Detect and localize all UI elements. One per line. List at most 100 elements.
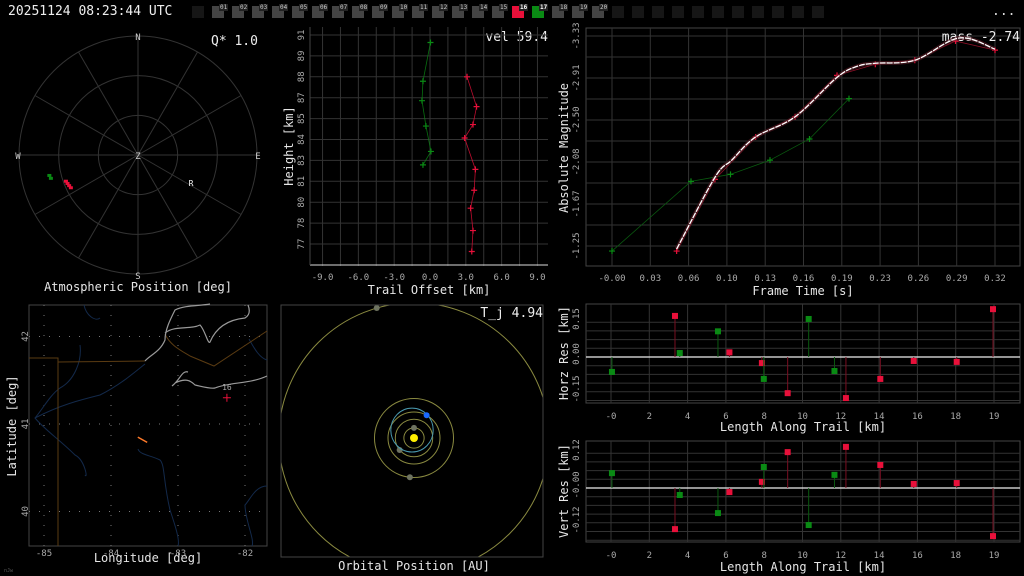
fit-shadow	[674, 35, 996, 250]
residual-xtick: 8	[761, 412, 766, 422]
mercury-marker	[411, 424, 417, 431]
residual-xtick: -0	[606, 412, 617, 422]
map-ytick: 42	[21, 331, 31, 342]
azimuth-spoke	[34, 154, 139, 215]
magnitude-fit-curve	[676, 37, 996, 250]
magnitude-xtick: 0.13	[754, 274, 776, 284]
trail-xtick: 0.0	[422, 273, 438, 283]
vres-xlabel: Length Along Trail [km]	[720, 560, 886, 574]
residual-xtick: 10	[797, 412, 808, 422]
residual-xtick: 16	[912, 412, 923, 422]
compass-zenith: Z	[135, 152, 141, 162]
residual-point-station-16	[953, 358, 960, 365]
residual-xtick: 4	[685, 551, 690, 561]
trail-ytick: 88	[297, 71, 307, 82]
magnitude-xtick: 0.16	[793, 274, 815, 284]
azimuth-spoke	[34, 95, 139, 156]
magnitude-ytick: -1.25	[572, 232, 582, 259]
trail-point-station-16	[461, 135, 468, 142]
jupiter-marker	[373, 305, 380, 312]
magnitude-ylabel: Absolute Magnitude	[557, 83, 571, 213]
trail-point-station-16	[464, 73, 471, 80]
trail-ytick: 91	[297, 30, 307, 41]
residual-grid	[585, 303, 1021, 404]
trail-point-station-17	[427, 39, 434, 46]
plot-frame	[28, 304, 268, 547]
magnitude-ytick: -2.91	[572, 64, 582, 91]
mars-marker	[406, 474, 413, 481]
trail-xtick: -3.0	[383, 273, 405, 283]
magnitude-ytick: -3.33	[572, 22, 582, 49]
trail-ylabel: Height [km]	[282, 106, 296, 185]
residual-xtick: 18	[950, 551, 961, 561]
trail-point-station-16	[471, 187, 478, 194]
plot-frame	[280, 304, 544, 558]
magnitude-xtick: 0.19	[831, 274, 853, 284]
residual-xtick: 12	[835, 551, 846, 561]
hres-ylabel: Horz Res [km]	[557, 306, 571, 400]
residual-point-station-17	[805, 522, 812, 529]
atmospheric-point-station-17	[48, 176, 53, 180]
magnitude-xtick: 0.06	[678, 274, 700, 284]
residual-ytick: 0.00	[572, 343, 582, 365]
magnitude-grid	[585, 27, 1021, 267]
map-state-borders	[29, 330, 268, 546]
azimuth-spoke	[78, 51, 139, 156]
azimuth-spoke	[78, 154, 139, 259]
residual-xtick: 2	[647, 412, 652, 422]
trail-ytick: 83	[297, 155, 307, 166]
residual-xtick: 19	[989, 551, 1000, 561]
trail-point-station-16	[469, 227, 476, 234]
residual-point-station-16	[726, 349, 733, 356]
residual-point-station-16	[877, 375, 884, 382]
residual-ytick: 0.12	[572, 439, 582, 461]
trail-grid	[310, 27, 548, 266]
residual-point-station-16	[910, 480, 917, 487]
trail-ytick: 85	[297, 113, 307, 124]
residual-xtick: 12	[835, 412, 846, 422]
trail-xtick: 9.0	[529, 273, 545, 283]
residual-point-station-16	[671, 312, 678, 319]
magnitude-xtick: 0.26	[908, 274, 930, 284]
trail-point-station-16	[472, 166, 479, 173]
trail-xtick: -9.0	[312, 273, 334, 283]
station-label: 16	[222, 383, 232, 392]
magnitude-xtick: 0.03	[639, 274, 661, 284]
compass-w: W	[15, 152, 21, 162]
trail-point-station-17	[419, 78, 426, 85]
residual-point-station-17	[714, 510, 721, 517]
orbit-xlabel: Orbital Position [AU]	[338, 559, 490, 573]
trail-ytick: 81	[297, 176, 307, 187]
map-rivers	[34, 304, 268, 547]
residual-point-station-17	[760, 464, 767, 470]
residual-point-station-17	[608, 368, 615, 375]
trail-ytick: 80	[297, 197, 307, 208]
radiant-marker: R	[189, 179, 194, 188]
map-coastline	[144, 303, 268, 389]
map-credit: nJw	[4, 568, 14, 574]
trail-ytick: 89	[297, 50, 307, 61]
residual-point-station-17	[805, 315, 812, 322]
trail-ytick: 78	[297, 218, 307, 229]
magnitude-xtick: 0.32	[984, 274, 1006, 284]
residual-point-station-17	[714, 328, 721, 335]
residual-point-station-16	[842, 395, 849, 402]
magnitude-point-station-17	[727, 171, 734, 178]
magnitude-panel: mass -2.74 Frame Time [s] Absolute Magni…	[557, 22, 1021, 298]
residual-grid	[585, 440, 1021, 543]
earth-marker	[423, 412, 430, 419]
trail-xtick: 3.0	[458, 273, 474, 283]
atmospheric-point-station-16	[63, 179, 68, 183]
residual-point-station-16	[990, 533, 996, 540]
map-ytick: 40	[21, 506, 31, 517]
magnitude-line-station-16	[676, 40, 996, 252]
residual-xtick: 14	[874, 412, 885, 422]
azimuth-spoke	[137, 154, 198, 259]
residual-point-station-16	[877, 461, 884, 468]
map-grid	[28, 304, 268, 547]
magnitude-xtick: 0.10	[716, 274, 738, 284]
trail-ytick: 87	[297, 92, 307, 103]
residual-xtick: 19	[989, 412, 1000, 422]
trail-point-station-17	[419, 161, 426, 168]
residual-xtick: -0	[606, 551, 617, 561]
